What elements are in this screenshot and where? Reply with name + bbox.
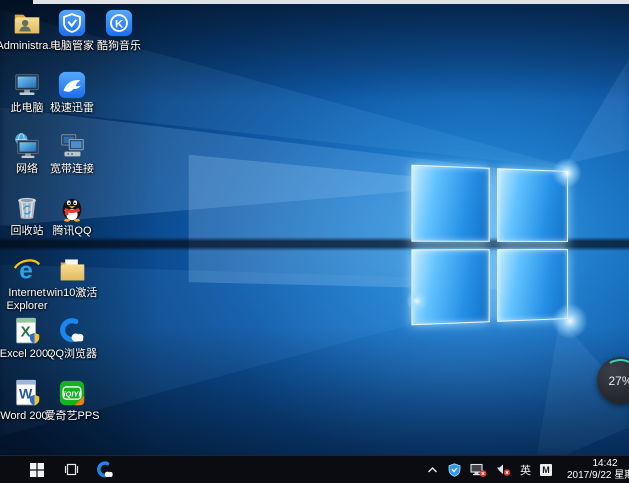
desktop-icon-qq[interactable]: 腾讯QQ: [40, 193, 104, 238]
user-folder-icon: [12, 8, 42, 38]
task-view-button[interactable]: [54, 456, 88, 483]
icon-label: 极速迅雷: [40, 102, 104, 115]
kugou-music-icon: K: [104, 8, 134, 38]
taskbar: 英 M 14:42 2017/9/22 星期五: [0, 455, 629, 483]
internet-explorer-icon: e: [12, 255, 42, 285]
qq-penguin-icon: [57, 193, 87, 223]
svg-text:X: X: [21, 324, 31, 341]
top-edge-strip: [33, 0, 629, 4]
network-disconnected-icon: [470, 463, 487, 477]
desktop-icon-thunder[interactable]: 极速迅雷: [40, 70, 104, 115]
tray-pc-manager[interactable]: [448, 463, 461, 477]
word-icon: W: [12, 378, 42, 408]
desktop-icon-kugou[interactable]: K 酷狗音乐: [87, 8, 151, 53]
desktop-icon-iqiyi[interactable]: iQIYI 爱奇艺PPS: [40, 378, 104, 423]
tray-show-hidden-icons[interactable]: [426, 465, 439, 475]
tray-ime-indicator[interactable]: M: [540, 464, 552, 476]
icon-label: 爱奇艺PPS: [40, 410, 104, 423]
icon-label: 腾讯QQ: [40, 225, 104, 238]
icon-label: 酷狗音乐: [87, 40, 151, 53]
recycle-bin-icon: [12, 193, 42, 223]
desktop-icon-win10-activation[interactable]: win10激活: [40, 255, 104, 300]
task-view-icon: [63, 463, 80, 476]
shield-icon: [448, 463, 461, 477]
qq-browser-icon: [57, 316, 87, 346]
speaker-muted-icon: [496, 463, 511, 476]
taskbar-qq-browser[interactable]: [88, 456, 122, 483]
taskbar-clock[interactable]: 14:42 2017/9/22 星期五: [567, 458, 629, 482]
shield-app-icon: [57, 8, 87, 38]
computer-icon: [12, 70, 42, 100]
acceleration-ball-value: 27%: [608, 374, 629, 388]
start-button[interactable]: [20, 456, 54, 483]
icon-label: 宽带连接: [40, 163, 104, 176]
tray-language-indicator[interactable]: 英: [520, 462, 531, 478]
tray-volume-muted[interactable]: [496, 463, 511, 476]
thunder-bird-icon: [57, 70, 87, 100]
network-globe-icon: [12, 131, 42, 161]
windows-desktop: Administra... 电脑管家 K 酷狗音乐 此电脑 极速迅: [0, 0, 629, 483]
icon-label: QQ浏览器: [40, 348, 104, 361]
qq-browser-icon: [95, 460, 115, 480]
folder-icon: [57, 255, 87, 285]
desktop-icon-broadband[interactable]: 宽带连接: [40, 131, 104, 176]
svg-text:K: K: [115, 18, 124, 30]
broadband-icon: [57, 131, 87, 161]
desktop-icon-qq-browser[interactable]: QQ浏览器: [40, 316, 104, 361]
tray-network-status[interactable]: [470, 463, 487, 477]
iqiyi-icon: iQIYI: [57, 378, 87, 408]
clock-date: 2017/9/22 星期五: [567, 470, 629, 482]
svg-text:iQIYI: iQIYI: [63, 390, 81, 399]
icon-label: win10激活: [40, 287, 104, 300]
chevron-up-icon: [426, 465, 439, 475]
excel-icon: X: [12, 316, 42, 346]
windows-start-icon: [30, 463, 44, 477]
system-tray: 英 M 14:42 2017/9/22 星期五: [426, 458, 629, 482]
clock-time: 14:42: [567, 458, 629, 470]
